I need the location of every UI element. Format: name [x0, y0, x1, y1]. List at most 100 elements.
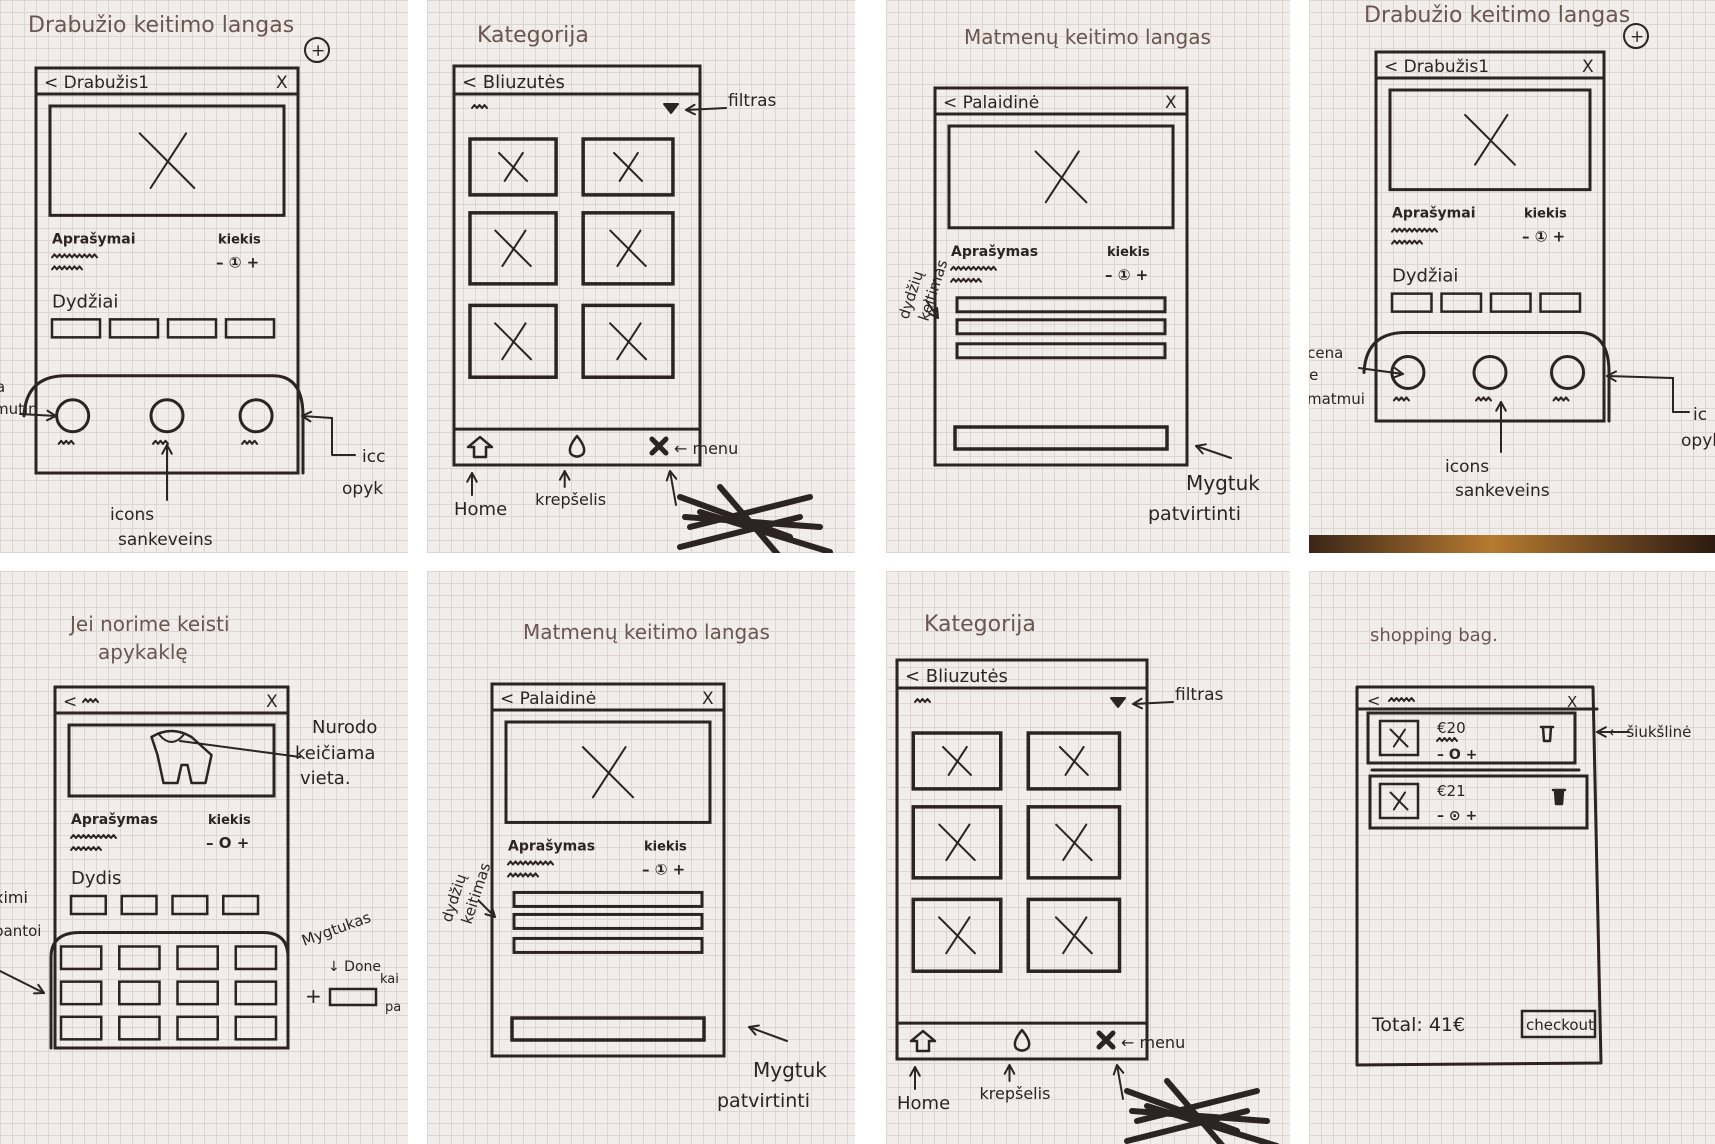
- quantity-stepper: – O +: [206, 834, 249, 852]
- size-option-box: [108, 318, 160, 339]
- cart-annotation: krepšelis: [535, 490, 606, 509]
- annotation-line: [1672, 377, 1690, 413]
- collar-option-box: [118, 945, 161, 971]
- header-back-title: < Drabužis1: [44, 73, 149, 93]
- header-back-title: < Drabužis1: [1384, 57, 1489, 77]
- annotation-line: [331, 417, 356, 456]
- product-image-placeholder-cross: [501, 229, 527, 268]
- quantity-stepper: – ① +: [216, 253, 259, 271]
- item-quantity-stepper: – O +: [1437, 747, 1477, 763]
- option-circle-icon: [238, 398, 274, 434]
- size-option-box: [222, 894, 260, 916]
- option-circle-icon: [55, 398, 91, 434]
- placeholder-text-squiggle: [1436, 737, 1458, 742]
- product-image-placeholder-cross: [616, 322, 642, 361]
- annotation-arrow: [1606, 375, 1674, 379]
- panel-title: Matmenų keitimo langas: [523, 620, 770, 644]
- trash-icon: [1551, 788, 1567, 806]
- bottom-sheet: [22, 374, 305, 475]
- collar-option-box: [234, 980, 278, 1006]
- annotation-text: icons: [1445, 457, 1489, 477]
- size-option-box: [1390, 292, 1433, 313]
- annotation-line: [179, 740, 301, 758]
- placeholder-text-squiggle: [507, 860, 554, 866]
- annotation-text: ic: [1693, 405, 1707, 425]
- home-annotation: Home: [897, 1093, 950, 1114]
- image-placeholder-cross: [1034, 150, 1088, 204]
- header-back-title: < Bliuzutės: [905, 666, 1008, 687]
- collar-option-box: [118, 980, 161, 1006]
- description-label: Aprašymai: [52, 231, 136, 247]
- placeholder-text-squiggle: [950, 277, 982, 283]
- placeholder-text-squiggle: [70, 846, 102, 851]
- annotation-text: matmui: [1309, 390, 1365, 408]
- collar-option-box: [118, 1015, 161, 1041]
- collar-option-box: [234, 945, 278, 971]
- image-placeholder-cross: [1044, 150, 1080, 204]
- phone-frame: [490, 682, 726, 1058]
- image-placeholder-cross: [1474, 113, 1509, 166]
- description-label: Aprašymas: [951, 244, 1038, 260]
- add-badge-label: +: [311, 41, 325, 61]
- phone-frame: [1355, 685, 1603, 1067]
- panel-title: Kategorija: [924, 612, 1036, 637]
- image-placeholder-cross: [591, 746, 627, 799]
- filter-annotation-arrow: [685, 107, 727, 111]
- size-option-box: [120, 894, 158, 916]
- quantity-label: kiekis: [644, 839, 687, 854]
- size-option-box: [1539, 292, 1582, 313]
- placeholder-text-squiggle: [51, 265, 83, 271]
- header-back-icon: <: [1367, 691, 1380, 710]
- item-price: €20: [1437, 719, 1466, 737]
- cart-icon: [1013, 1028, 1031, 1052]
- panel-title: Drabužio keitimo langas: [1364, 3, 1630, 28]
- sketch-apykakle: Jei norime keisti apykaklę < X Aprašymas kiek…: [0, 571, 408, 1144]
- sketch-matmenu-keitimo-langas-1: Matmenų keitimo langas < Palaidinė X Aprašy…: [886, 0, 1290, 553]
- filter-annotation: filtras: [1175, 685, 1224, 705]
- annotation-text: sankeveins: [1455, 481, 1550, 501]
- annotation-text: sankeveins: [118, 530, 213, 550]
- annotation-text: patvirtinti: [717, 1090, 810, 1112]
- placeholder-text-squiggle: [950, 265, 997, 271]
- collar-option-box: [176, 980, 219, 1006]
- sketch-canvas: Jei norime keisti apykaklę < X Aprašymas kiek…: [0, 612, 401, 1050]
- collar-option-box: [176, 1015, 219, 1041]
- sizes-label: Dydis: [71, 868, 121, 889]
- plus-icon: +: [305, 984, 322, 1008]
- checkout-button-label: checkout: [1526, 1016, 1594, 1034]
- quantity-label: kiekis: [208, 813, 251, 828]
- annotation-text: opyl: [1681, 431, 1715, 451]
- annotation-text: Mygtuk: [1186, 471, 1260, 495]
- image-placeholder-cross: [581, 746, 635, 799]
- quantity-stepper: – ① +: [1522, 228, 1565, 246]
- quantity-label: kiekis: [218, 232, 261, 247]
- product-image-placeholder-cross: [501, 322, 527, 361]
- sketch-canvas: Matmenų keitimo langas < Palaidinė X Aprašy…: [438, 620, 828, 1112]
- image-placeholder-cross: [138, 132, 196, 190]
- quantity-label: kiekis: [1107, 245, 1150, 260]
- bottom-sheet: [1362, 330, 1611, 423]
- header-back-title: <: [63, 692, 77, 712]
- option-label-squiggle: [57, 439, 75, 445]
- sketch-canvas: Drabužio keitimo langas + < Drabužis1 X Apra…: [0, 13, 385, 550]
- annotation-text: keičiama: [295, 743, 375, 764]
- product-image-placeholder-cross: [1064, 745, 1085, 776]
- annotation-text: icons: [110, 505, 154, 525]
- shirt-icon: [150, 729, 213, 785]
- quantity-stepper: – ① +: [642, 860, 685, 878]
- image-placeholder-cross: [1464, 113, 1516, 166]
- add-badge-label: +: [1630, 27, 1644, 47]
- product-image-placeholder: [67, 723, 276, 798]
- close-icon: X: [702, 689, 714, 709]
- item-image-placeholder-cross: [1392, 791, 1406, 811]
- collar-option-box: [176, 945, 219, 971]
- annotation-text: icc: [362, 447, 385, 467]
- sketch-drabuzio-keitimo-langas-1: Drabužio keitimo langas + < Drabužis1 X Apra…: [0, 0, 408, 553]
- annotation-text: vieta.: [300, 768, 351, 789]
- product-image-placeholder-cross: [945, 823, 971, 862]
- close-icon: X: [1582, 57, 1594, 77]
- quantity-label: kiekis: [1524, 207, 1567, 222]
- panel-title: Drabužio keitimo langas: [28, 13, 294, 38]
- product-image-placeholder-cross: [503, 151, 524, 182]
- size-option-bar: [955, 342, 1167, 360]
